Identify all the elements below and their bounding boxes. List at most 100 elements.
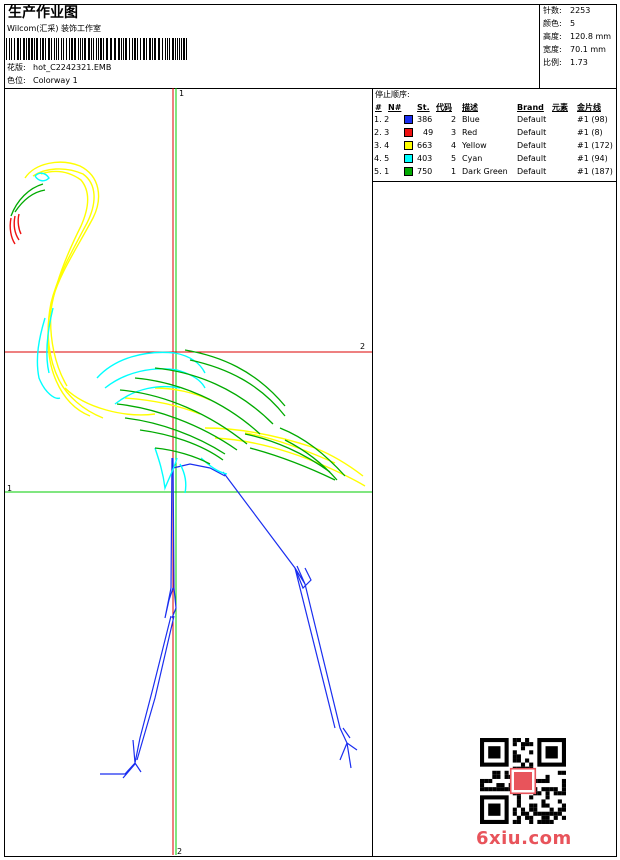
barcode-bar bbox=[48, 38, 50, 60]
barcode-bar bbox=[179, 38, 180, 60]
color-code: 2 bbox=[451, 115, 457, 124]
barcode-bar bbox=[137, 38, 138, 60]
qr-module bbox=[545, 791, 550, 796]
company-name: Wilcom(汇采) 装饰工作室 bbox=[7, 24, 102, 33]
col-code: 代码 bbox=[436, 103, 452, 112]
color-swatch bbox=[404, 167, 413, 176]
stats-divider bbox=[539, 4, 540, 88]
table-row: 1. 2 386 2 Blue Default #1 (98) bbox=[372, 113, 612, 126]
qr-module bbox=[545, 803, 550, 808]
stop-table-bottom bbox=[372, 181, 617, 182]
qr-module bbox=[516, 758, 521, 763]
qr-module bbox=[541, 815, 546, 820]
qr-module bbox=[520, 746, 526, 751]
barcode-bar bbox=[158, 38, 160, 60]
stitch-count: 663 bbox=[417, 141, 433, 150]
barcode-bar bbox=[175, 38, 176, 60]
qr-module bbox=[520, 742, 526, 747]
row-index: 2. 3 bbox=[374, 128, 390, 137]
barcode-bar bbox=[36, 38, 38, 60]
qr-module bbox=[529, 750, 534, 755]
color-desc: Cyan bbox=[462, 154, 483, 163]
qr-module bbox=[512, 754, 517, 759]
qr-finder bbox=[545, 746, 558, 759]
qr-module bbox=[561, 791, 566, 796]
qr-module bbox=[533, 811, 538, 816]
colors-label: 颜色: bbox=[543, 19, 562, 28]
qr-module bbox=[520, 811, 526, 816]
qr-module bbox=[541, 799, 546, 804]
barcode-bar bbox=[162, 38, 163, 60]
qr-module bbox=[553, 791, 558, 796]
qr-module bbox=[545, 787, 550, 792]
qr-module bbox=[541, 787, 546, 792]
colorway-label: 色位: bbox=[7, 76, 26, 85]
color-code: 4 bbox=[451, 141, 457, 150]
table-row: 4. 5 403 5 Cyan Default #1 (94) bbox=[372, 152, 612, 165]
qr-module bbox=[516, 795, 521, 800]
qr-module bbox=[537, 811, 542, 816]
barcode-bar bbox=[169, 38, 170, 60]
page-title: 生产作业图 bbox=[8, 5, 78, 21]
barcode-bar bbox=[149, 38, 151, 60]
qr-finder bbox=[488, 803, 501, 816]
qr-module bbox=[480, 787, 485, 792]
qr-code bbox=[480, 738, 566, 824]
qr-module bbox=[504, 787, 509, 792]
barcode-bar bbox=[110, 38, 112, 60]
barcode-bar bbox=[17, 38, 19, 60]
barcode-bar bbox=[6, 38, 7, 60]
qr-module bbox=[549, 811, 554, 816]
qr-module bbox=[561, 807, 566, 812]
qr-module bbox=[525, 815, 530, 820]
qr-module bbox=[512, 738, 517, 743]
flamingo-legs bbox=[100, 457, 358, 779]
qr-module bbox=[561, 778, 566, 784]
qr-finder bbox=[488, 746, 501, 759]
barcode-bar bbox=[45, 38, 46, 60]
qr-module bbox=[525, 742, 530, 747]
qr-module bbox=[504, 770, 509, 775]
qr-module bbox=[545, 811, 550, 816]
chart: #1 (172) bbox=[577, 141, 613, 150]
qr-module bbox=[480, 778, 485, 784]
table-row: 5. 1 750 1 Dark Green Default #1 (187) bbox=[372, 165, 613, 178]
scale-value: 1.73 bbox=[570, 58, 588, 67]
qr-module bbox=[512, 750, 517, 755]
qr-module bbox=[553, 787, 558, 792]
barcode-bar bbox=[26, 38, 27, 60]
brand: Default bbox=[517, 128, 547, 137]
color-swatch bbox=[404, 154, 413, 163]
barcode-bar bbox=[114, 38, 116, 60]
color-desc: Dark Green bbox=[462, 167, 508, 176]
barcode-bar bbox=[123, 38, 124, 60]
barcode-bar bbox=[31, 38, 33, 60]
qr-module bbox=[500, 783, 505, 788]
qr-module bbox=[529, 819, 534, 824]
barcode-bar bbox=[165, 38, 166, 60]
row-index: 1. 2 bbox=[374, 115, 390, 124]
qr-module bbox=[529, 803, 534, 808]
stitch-count: 49 bbox=[423, 128, 434, 137]
panel-divider bbox=[372, 88, 373, 857]
flamingo-green bbox=[10, 183, 346, 481]
brand: Default bbox=[517, 167, 547, 176]
color-desc: Blue bbox=[462, 115, 480, 124]
color-code: 5 bbox=[451, 154, 457, 163]
guide-label-v-bottom: 2 bbox=[177, 847, 182, 855]
qr-module bbox=[492, 787, 497, 792]
barcode-bar bbox=[129, 38, 130, 60]
chart: #1 (94) bbox=[577, 154, 608, 163]
qr-module bbox=[557, 791, 562, 796]
barcode-bar bbox=[91, 38, 92, 60]
barcode-bar bbox=[11, 38, 12, 60]
barcode-bar bbox=[71, 38, 73, 60]
barcode-bar bbox=[56, 38, 57, 60]
qr-module bbox=[512, 811, 517, 816]
barcode-bar bbox=[100, 38, 102, 60]
barcode-bar bbox=[74, 38, 76, 60]
qr-module bbox=[541, 819, 546, 824]
col-st: St. bbox=[417, 103, 430, 112]
stitch-count: 750 bbox=[417, 167, 433, 176]
barcode-bar bbox=[118, 38, 120, 60]
